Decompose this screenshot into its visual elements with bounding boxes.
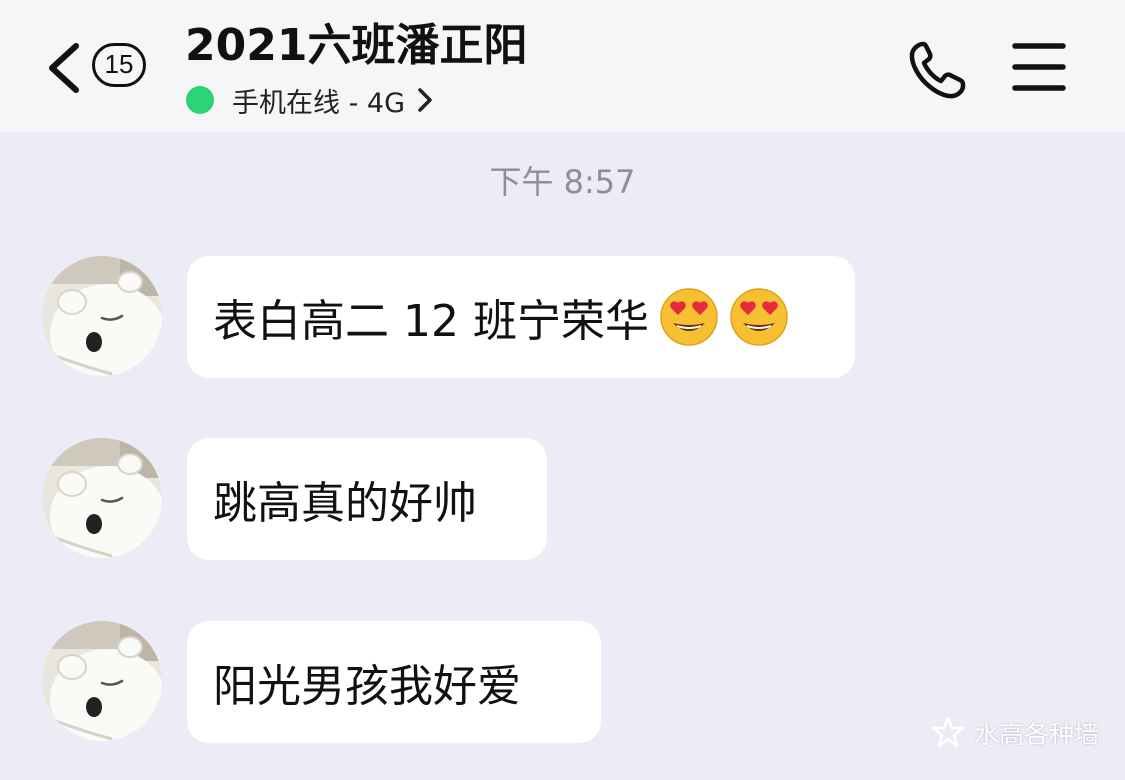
polar-bear-avatar-icon	[42, 256, 162, 376]
heart-eyes-emoji-icon	[730, 288, 788, 346]
online-status[interactable]: 手机在线 - 4G	[186, 80, 433, 120]
unread-count-badge: 15	[92, 43, 146, 87]
heart-eyes-emoji-icon	[660, 288, 718, 346]
online-status-text: 手机在线 - 4G	[232, 87, 406, 119]
back-button[interactable]: 15	[40, 38, 160, 98]
menu-button[interactable]	[1010, 40, 1068, 94]
hamburger-menu-icon	[1012, 43, 1066, 91]
watermark-text: 水高各种墙	[974, 720, 1100, 749]
polar-bear-avatar[interactable]	[42, 621, 162, 741]
message-bubble[interactable]: 跳高真的好帅	[187, 438, 547, 560]
message-text: 跳高真的好帅	[213, 478, 477, 529]
message-bubble[interactable]: 表白高二 12 班宁荣华	[187, 256, 855, 378]
online-status-dot	[186, 86, 214, 114]
message-timestamp: 下午 8:57	[489, 163, 636, 201]
star-logo-icon	[931, 716, 965, 748]
chevron-right-icon	[418, 88, 432, 112]
contact-name: 2021六班潘正阳	[185, 20, 528, 71]
watermark: 水高各种墙	[930, 712, 1099, 754]
chat-header: 15 2021六班潘正阳 手机在线 - 4G	[0, 0, 1125, 132]
message-bubble[interactable]: 阳光男孩我好爱	[187, 621, 601, 743]
phone-icon	[909, 41, 966, 99]
message-text: 表白高二 12 班宁荣华	[213, 296, 649, 347]
polar-bear-avatar-icon	[42, 438, 162, 558]
call-button[interactable]	[905, 38, 969, 102]
message-text: 阳光男孩我好爱	[213, 661, 521, 712]
polar-bear-avatar-icon	[42, 621, 162, 741]
polar-bear-avatar[interactable]	[42, 438, 162, 558]
chevron-left-icon	[49, 43, 79, 93]
polar-bear-avatar[interactable]	[42, 256, 162, 376]
